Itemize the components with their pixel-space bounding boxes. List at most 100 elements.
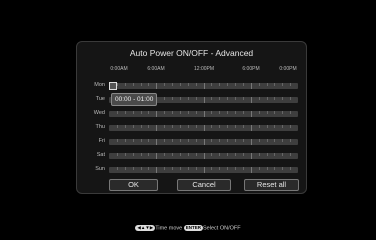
hour-bar[interactable] xyxy=(109,167,298,173)
hour-tick xyxy=(148,111,149,114)
hour-tick xyxy=(164,97,165,100)
hour-tick xyxy=(133,125,134,128)
day-label: Sun xyxy=(95,166,105,172)
hour-bar[interactable] xyxy=(109,153,298,159)
hour-tick xyxy=(141,83,142,86)
hour-tick xyxy=(251,125,252,131)
hour-tick xyxy=(282,139,283,142)
hour-tick xyxy=(211,153,212,156)
hour-tick xyxy=(156,83,157,89)
hour-tick xyxy=(164,153,165,156)
hour-tick xyxy=(259,167,260,170)
selection-cursor[interactable] xyxy=(109,82,117,90)
hour-tick xyxy=(251,97,252,103)
hour-tick xyxy=(243,97,244,100)
hour-tick xyxy=(267,167,268,170)
hour-bar[interactable] xyxy=(109,111,298,117)
hour-tick xyxy=(259,139,260,142)
hour-tick xyxy=(148,83,149,86)
hour-tick xyxy=(172,125,173,128)
hour-tick xyxy=(267,125,268,128)
time-axis: 0:00AM 6:00AM 12:00PM 6:00PM 0:00PM xyxy=(77,66,308,74)
hour-tick xyxy=(274,83,275,86)
hour-tick xyxy=(243,125,244,128)
day-row-mon[interactable]: Mon xyxy=(77,81,308,91)
hour-tick xyxy=(243,167,244,170)
hour-tick xyxy=(125,167,126,170)
hour-tick xyxy=(251,83,252,89)
hour-tick xyxy=(156,111,157,117)
time-label-1: 6:00AM xyxy=(147,66,165,72)
ok-button[interactable]: OK xyxy=(109,179,158,191)
day-row-wed[interactable]: Wed xyxy=(77,109,308,119)
hour-tick xyxy=(274,167,275,170)
hour-tick xyxy=(133,139,134,142)
hour-tick xyxy=(251,139,252,145)
day-row-sat[interactable]: Sat xyxy=(77,151,308,161)
hour-tick xyxy=(148,153,149,156)
key-hint-bar: ◀▲▼▶ Time move ENTER Select ON/OFF xyxy=(0,225,376,231)
hour-tick xyxy=(188,125,189,128)
hour-tick xyxy=(172,111,173,114)
hour-tick xyxy=(243,153,244,156)
hour-tick xyxy=(211,111,212,114)
hour-tick xyxy=(125,139,126,142)
hour-tick xyxy=(267,153,268,156)
hour-tick xyxy=(290,153,291,156)
hour-tick xyxy=(251,167,252,173)
hour-tick xyxy=(227,97,228,100)
hour-tick xyxy=(117,111,118,114)
hour-tick xyxy=(204,97,205,103)
hour-tick xyxy=(274,153,275,156)
hour-bar[interactable] xyxy=(109,125,298,131)
hour-tick xyxy=(188,153,189,156)
hour-tick xyxy=(188,139,189,142)
hour-tick xyxy=(125,111,126,114)
hour-tick xyxy=(282,167,283,170)
hour-tick xyxy=(172,167,173,170)
hour-tick xyxy=(141,111,142,114)
hour-tick xyxy=(267,83,268,86)
hour-tick xyxy=(133,111,134,114)
hour-tick xyxy=(164,111,165,114)
hour-tick xyxy=(180,139,181,142)
time-tooltip: 00:00 - 01:00 xyxy=(111,93,158,106)
hour-tick xyxy=(125,125,126,128)
hour-tick xyxy=(204,125,205,131)
hour-tick xyxy=(180,167,181,170)
hour-tick xyxy=(219,139,220,142)
hour-tick xyxy=(196,139,197,142)
hour-tick xyxy=(204,83,205,89)
hour-tick xyxy=(204,153,205,159)
hour-tick xyxy=(235,125,236,128)
enter-key-icon: ENTER xyxy=(183,225,204,231)
hour-tick xyxy=(141,139,142,142)
hour-tick xyxy=(267,139,268,142)
hour-tick xyxy=(117,125,118,128)
hour-tick xyxy=(156,167,157,173)
hour-tick xyxy=(117,139,118,142)
day-row-fri[interactable]: Fri xyxy=(77,137,308,147)
hour-tick xyxy=(164,139,165,142)
hour-tick xyxy=(219,167,220,170)
hour-tick xyxy=(267,97,268,100)
hour-tick xyxy=(259,153,260,156)
hour-tick xyxy=(274,125,275,128)
reset-all-button[interactable]: Reset all xyxy=(244,179,299,191)
hour-tick xyxy=(290,97,291,100)
hour-tick xyxy=(227,111,228,114)
hint-enter-text: Select ON/OFF xyxy=(203,225,241,232)
day-row-sun[interactable]: Sun xyxy=(77,165,308,175)
hour-tick xyxy=(156,125,157,131)
hour-tick xyxy=(211,83,212,86)
dpad-icon: ◀▲▼▶ xyxy=(135,225,156,231)
day-row-thu[interactable]: Thu xyxy=(77,123,308,133)
hour-tick xyxy=(235,97,236,100)
hour-bar[interactable] xyxy=(109,139,298,145)
hour-tick xyxy=(180,111,181,114)
hour-tick xyxy=(243,139,244,142)
cancel-button[interactable]: Cancel xyxy=(177,179,231,191)
hour-tick xyxy=(290,139,291,142)
hour-bar[interactable] xyxy=(109,83,298,89)
hour-tick xyxy=(204,167,205,173)
